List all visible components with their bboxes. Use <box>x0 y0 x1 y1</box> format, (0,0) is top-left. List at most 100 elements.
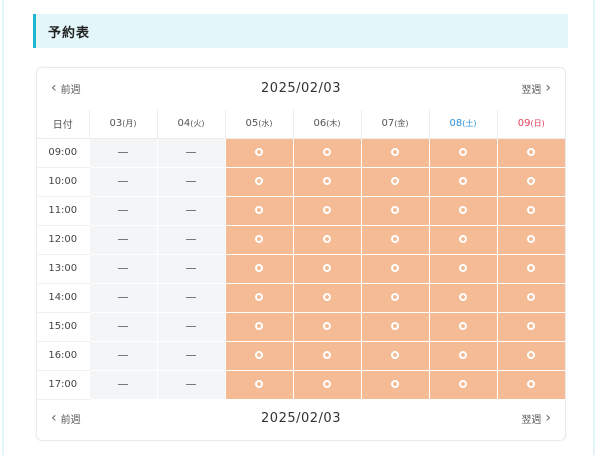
dash-icon <box>118 180 128 182</box>
slot-available[interactable] <box>292 312 361 342</box>
circle-icon <box>323 322 331 330</box>
slot-unavailable <box>156 341 225 371</box>
slot-available[interactable] <box>496 341 565 371</box>
slot-available[interactable] <box>428 341 497 371</box>
slot-unavailable <box>88 225 157 255</box>
circle-icon <box>459 235 467 243</box>
slot-available[interactable] <box>292 254 361 284</box>
slot-available[interactable] <box>292 225 361 255</box>
slot-available[interactable] <box>292 138 361 168</box>
chevron-right-icon: › <box>545 410 551 426</box>
slot-available[interactable] <box>360 167 429 197</box>
chevron-left-icon: ‹ <box>51 410 57 426</box>
slot-available[interactable] <box>428 167 497 197</box>
dash-icon <box>186 296 196 298</box>
circle-icon <box>527 148 536 156</box>
next-week-button-bottom[interactable]: 翌週 › <box>521 411 551 426</box>
circle-icon <box>323 206 331 214</box>
slot-unavailable <box>156 370 225 400</box>
dash-icon <box>118 354 128 356</box>
circle-icon <box>527 293 536 301</box>
slot-available[interactable] <box>496 167 565 197</box>
slot-available[interactable] <box>496 196 565 226</box>
slot-available[interactable] <box>224 312 293 342</box>
chevron-right-icon: › <box>545 80 551 96</box>
slot-available[interactable] <box>224 283 293 313</box>
circle-icon <box>255 148 263 156</box>
circle-icon <box>391 235 399 243</box>
prev-week-button-bottom[interactable]: ‹ 前週 <box>51 411 81 426</box>
slot-available[interactable] <box>360 254 429 284</box>
day-header-09: 09(日) <box>496 110 565 139</box>
prev-week-button[interactable]: ‹ 前週 <box>51 81 81 96</box>
slot-available[interactable] <box>360 138 429 168</box>
prev-week-label: 前週 <box>60 84 81 96</box>
slot-unavailable <box>88 283 157 313</box>
slot-unavailable <box>156 138 225 168</box>
slot-available[interactable] <box>428 138 497 168</box>
slot-unavailable <box>156 167 225 197</box>
slot-available[interactable] <box>496 370 565 400</box>
circle-icon <box>323 293 331 301</box>
slot-available[interactable] <box>428 225 497 255</box>
slot-available[interactable] <box>360 370 429 400</box>
circle-icon <box>527 206 536 214</box>
slot-available[interactable] <box>224 254 293 284</box>
slot-available[interactable] <box>292 341 361 371</box>
slot-unavailable <box>156 196 225 226</box>
circle-icon <box>527 351 536 359</box>
slot-available[interactable] <box>496 225 565 255</box>
prev-week-label: 前週 <box>60 414 81 426</box>
circle-icon <box>391 177 399 185</box>
slot-available[interactable] <box>292 167 361 197</box>
slot-available[interactable] <box>292 283 361 313</box>
slot-available[interactable] <box>224 196 293 226</box>
circle-icon <box>323 235 331 243</box>
slot-available[interactable] <box>360 283 429 313</box>
slot-available[interactable] <box>224 225 293 255</box>
slot-available[interactable] <box>360 312 429 342</box>
slot-available[interactable] <box>224 167 293 197</box>
slot-available[interactable] <box>496 283 565 313</box>
circle-icon <box>323 380 331 388</box>
day-of-week: (土) <box>462 119 477 129</box>
day-number: 08 <box>449 118 463 130</box>
time-label: 12:00 <box>37 225 89 255</box>
circle-icon <box>255 322 263 330</box>
slot-available[interactable] <box>360 341 429 371</box>
slot-available[interactable] <box>496 254 565 284</box>
slot-available[interactable] <box>496 138 565 168</box>
slot-available[interactable] <box>224 138 293 168</box>
slot-available[interactable] <box>292 196 361 226</box>
slot-available[interactable] <box>496 312 565 342</box>
slot-available[interactable] <box>428 370 497 400</box>
slot-unavailable <box>88 370 157 400</box>
time-label: 09:00 <box>37 138 89 168</box>
slot-available[interactable] <box>292 370 361 400</box>
slot-available[interactable] <box>428 254 497 284</box>
circle-icon <box>391 293 399 301</box>
dash-icon <box>186 267 196 269</box>
next-week-button[interactable]: 翌週 › <box>521 81 551 96</box>
slot-available[interactable] <box>428 283 497 313</box>
circle-icon <box>391 148 399 156</box>
circle-icon <box>391 264 399 272</box>
slot-available[interactable] <box>360 225 429 255</box>
time-label: 17:00 <box>37 370 89 400</box>
day-number: 05 <box>245 118 259 130</box>
circle-icon <box>459 293 467 301</box>
slot-unavailable <box>156 283 225 313</box>
circle-icon <box>459 177 467 185</box>
time-row: 13:00 <box>37 254 565 284</box>
dash-icon <box>186 354 196 356</box>
slot-available[interactable] <box>224 370 293 400</box>
day-of-week: (火) <box>190 119 205 129</box>
circle-icon <box>255 351 263 359</box>
slot-available[interactable] <box>224 341 293 371</box>
circle-icon <box>459 351 467 359</box>
calendar-nav-bottom: ‹ 前週 2025/02/03 翌週 › <box>37 398 565 438</box>
slot-available[interactable] <box>360 196 429 226</box>
day-of-week: (水) <box>258 119 273 129</box>
slot-available[interactable] <box>428 312 497 342</box>
slot-available[interactable] <box>428 196 497 226</box>
